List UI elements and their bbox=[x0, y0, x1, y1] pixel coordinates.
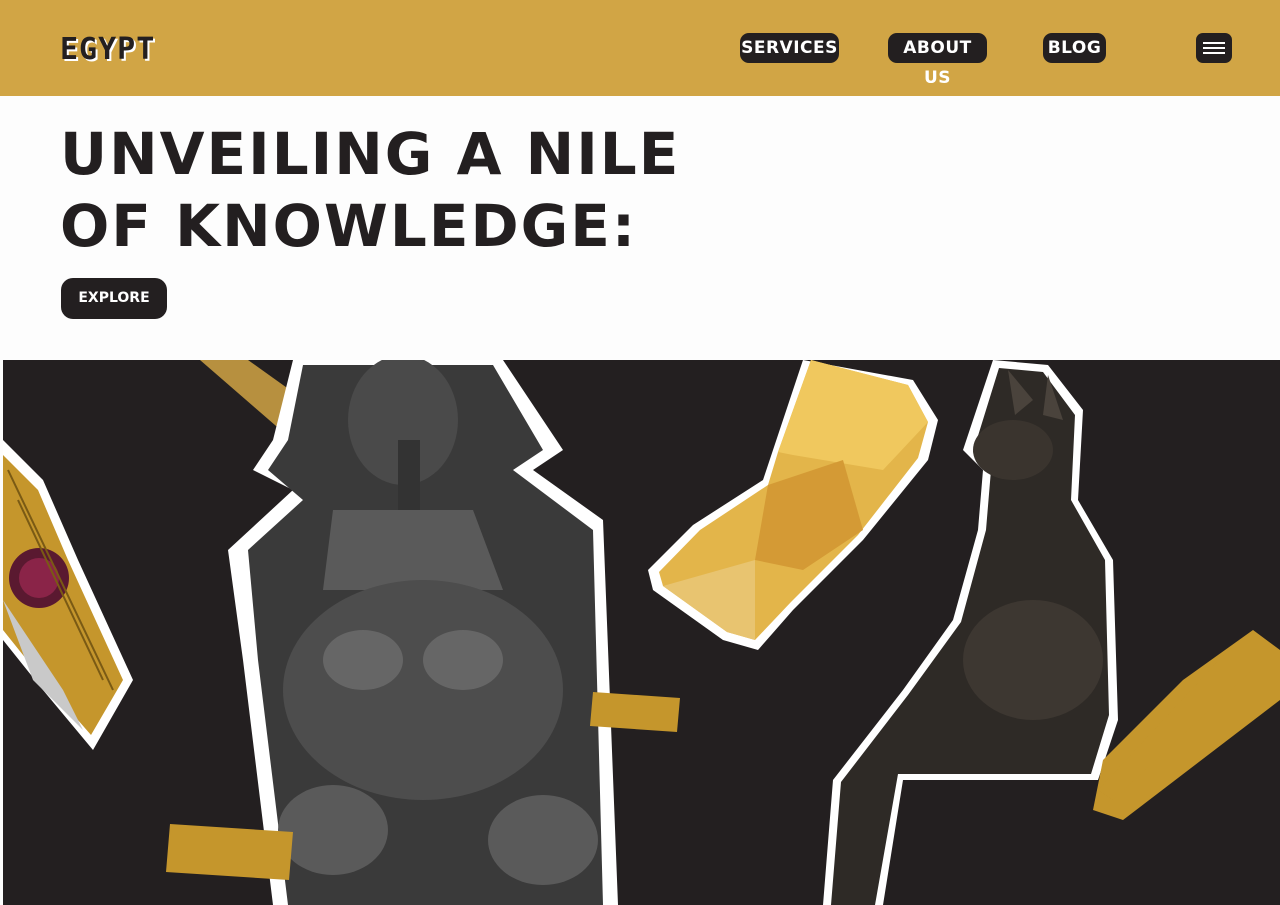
nav-about-us-button[interactable]: ABOUT US bbox=[888, 33, 987, 88]
hero-headline: UNVEILING A NILE OF KNOWLEDGE: bbox=[60, 120, 681, 260]
egypt-logo[interactable]: EGYPT bbox=[60, 34, 155, 66]
top-navigation-bar: EGYPT SERVICES ABOUT US BLOG bbox=[0, 0, 1280, 96]
gold-brush-stroke bbox=[1093, 630, 1280, 820]
gold-block-left bbox=[166, 824, 293, 880]
explore-button[interactable]: EXPLORE bbox=[61, 278, 167, 319]
nav-services-button[interactable]: SERVICES bbox=[740, 33, 839, 63]
winged-scarab-artifact bbox=[3, 440, 133, 750]
pharaoh-statue bbox=[228, 360, 618, 905]
gold-block-right bbox=[590, 692, 680, 732]
hero-collage-image bbox=[3, 360, 1280, 905]
nav-blog-button[interactable]: BLOG bbox=[1043, 33, 1106, 63]
nefertiti-bust bbox=[648, 360, 938, 650]
hamburger-menu-icon[interactable] bbox=[1196, 33, 1232, 63]
egyptian-artifacts-collage bbox=[3, 360, 1280, 905]
